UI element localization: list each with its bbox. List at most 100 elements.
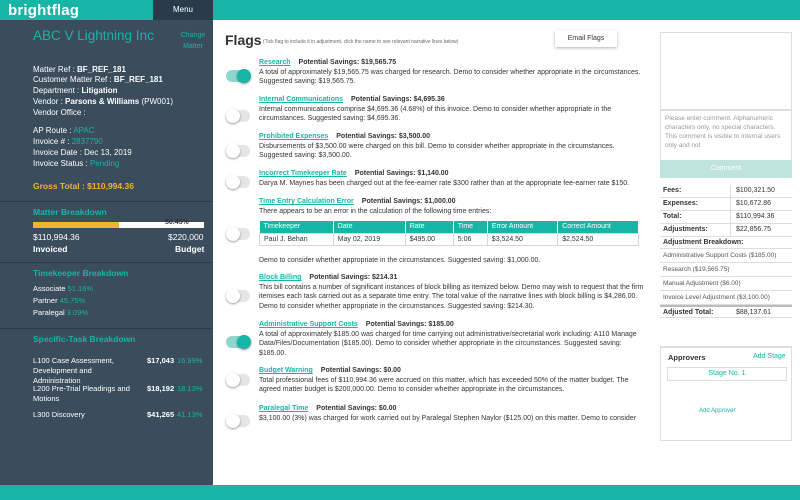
invoice-date: Invoice Date : Dec 13, 2019 [33,148,132,157]
table-header: Error Amount [487,221,559,233]
table-cell: May 02, 2019 [332,232,406,246]
matter-progress-fill [33,222,120,228]
adjustment-item: Research ($19,565.75) [660,263,792,277]
bottom-bar [0,485,800,500]
table-cell: $2,524.50 [557,232,639,246]
stage-1[interactable]: Stage No. 1 [667,367,787,381]
fee-row-fees: Fees: $100,321.50 [660,185,792,198]
flag-toggle-research[interactable] [226,69,251,83]
table-cell: Paul J. Behan [259,232,334,246]
flag-toggle-budget-warning[interactable] [226,373,250,387]
customer-matter-ref: Customer Matter Ref : BF_REF_181 [33,75,163,84]
budget-value: $220,000 [168,232,204,242]
table-header: Timekeeper [259,221,334,233]
flag-toggle-time-entry-calculation-error[interactable] [226,227,250,241]
flag-title-link[interactable]: Prohibited Expenses [259,133,328,140]
table-header: Rate [405,221,454,233]
adjustment-breakdown-title: Adjustment Breakdown: [660,237,792,249]
approvers-title: Approvers [668,353,706,362]
flag-paralegal-time: Paralegal Time Potential Savings: $0.00 $3… [259,405,637,422]
flag-budget-warning: Budget Warning Potential Savings: $0.00 To… [259,367,629,393]
toggle-knob [226,109,240,123]
flag-block-billing: Block Billing Potential Savings: $214.31 T… [259,274,644,310]
task-breakdown-header: Specific-Task Breakdown [0,328,213,348]
fee-row-total: Total: $110,994.36 [660,211,792,224]
gross-total: Gross Total : $110,994.36 [33,181,134,191]
toggle-knob [226,289,240,303]
budget-label: Budget [175,244,205,254]
timekeeper-breakdown-header: Timekeeper Breakdown [0,262,213,282]
toggle-knob [237,69,251,83]
toggle-knob [226,227,240,241]
add-approver-link[interactable]: Add Approver [699,408,735,414]
flag-title-link[interactable]: Block Billing [259,274,301,281]
brightflag-logo[interactable]: brightflag [8,2,79,19]
toggle-knob [226,373,240,387]
table-cell: $3,524.50 [486,232,559,246]
flag-title-link[interactable]: Budget Warning [259,367,313,374]
matter-ref: Matter Ref : BF_REF_181 [33,65,126,74]
matter-sidebar: ABC V Lightning Inc Change Matter Matter… [0,20,213,485]
time-entry-table: Timekeeper Date Rate Time Error Amount C… [259,221,639,246]
time-entry-footer: Demo to consider whether appropriate in … [259,257,541,264]
table-cell: 5:06 [452,232,488,246]
flag-title-link[interactable]: Paralegal Time [259,405,308,412]
table-cell: $495.00 [404,232,454,246]
table-header: Time [453,221,488,233]
flag-toggle-prohibited-expenses[interactable] [226,144,250,158]
flags-panel: Flags (Tick flag to include it in adjust… [213,20,653,485]
flag-research: Research Potential Savings: $19,565.75 A t… [259,59,641,85]
table-header-row: Timekeeper Date Rate Time Error Amount C… [259,221,639,233]
invoiced-label: Invoiced [33,244,68,254]
flag-toggle-paralegal-time[interactable] [226,414,250,428]
invoice-number: Invoice # : 2837790 [33,137,103,146]
flags-title: Flags [225,32,262,48]
flag-time-entry-calculation-error: Time Entry Calculation Error Potential Sa… [259,198,492,215]
matter-breakdown-header: Matter Breakdown [0,201,213,221]
comment-history [660,32,792,110]
flag-toggle-block-billing[interactable] [226,289,250,303]
change-matter-link[interactable]: Change Matter [178,30,208,52]
flag-toggle-administrative-support-costs[interactable] [226,335,251,349]
toggle-knob [226,414,240,428]
app-root: brightflag Menu ABC V Lightning Inc Chan… [0,0,800,500]
adjusted-total: Adjusted Total: $88,137.61 [660,305,792,318]
adjustment-item: Manual Adjustment ($6.00) [660,277,792,291]
flag-title-link[interactable]: Incorrect Timekeeper Rate [259,170,347,177]
department: Department : Litigation [33,86,118,95]
matter-percent: 50.45% [165,219,189,226]
fee-row-expenses: Expenses: $10,672.86 [660,198,792,211]
flag-toggle-incorrect-timekeeper-rate[interactable] [226,175,250,189]
ap-route: AP Route : APAC [33,126,95,135]
invoice-status: Invoice Status : Pending [33,159,120,168]
toggle-knob [237,335,251,349]
flag-internal-communications: Internal Communications Potential Savings… [259,96,612,122]
table-header: Correct Amount [557,221,639,233]
fee-row-adjustments: Adjustments: $22,856.75 [660,224,792,237]
flag-incorrect-timekeeper-rate: Incorrect Timekeeper Rate Potential Savin… [259,170,630,187]
approvers-panel: Approvers Add Stage Stage No. 1 Add Appr… [660,346,792,441]
flag-title-link[interactable]: Internal Communications [259,96,343,103]
top-bar: brightflag Menu [0,0,800,20]
email-flags-button[interactable]: Email Flags [555,30,617,47]
flags-subtitle: (Tick flag to include it in adjustment, … [263,39,459,45]
table-header: Date [333,221,406,233]
timekeeper-partner: Partner 45.75% [33,296,86,305]
flag-prohibited-expenses: Prohibited Expenses Potential Savings: $3… [259,133,615,159]
vendor-office: Vendor Office : [33,108,86,117]
timekeeper-associate: Associate 51.16% [33,284,94,293]
vendor: Vendor : Parsons & Williams (PW001) [33,97,174,106]
flag-toggle-internal-communications[interactable] [226,109,250,123]
invoice-number-link[interactable]: 2837790 [72,137,103,146]
toggle-knob [226,175,240,189]
table-row: Paul J. Behan May 02, 2019 $495.00 5:06 … [259,232,639,246]
adjustment-item: Invoice Level Adjustment ($3,100.00) [660,291,792,305]
flag-title-link[interactable]: Administrative Support Costs [259,321,358,328]
menu-button[interactable]: Menu [153,0,213,20]
comment-button[interactable]: Comment [660,160,792,178]
client-name: ABC V Lightning Inc [33,28,154,43]
timekeeper-paralegal: Paralegal 3.09% [33,308,89,317]
flag-title-link[interactable]: Research [259,59,291,66]
flag-title-link[interactable]: Time Entry Calculation Error [259,198,354,205]
add-stage-link[interactable]: Add Stage [753,353,786,360]
